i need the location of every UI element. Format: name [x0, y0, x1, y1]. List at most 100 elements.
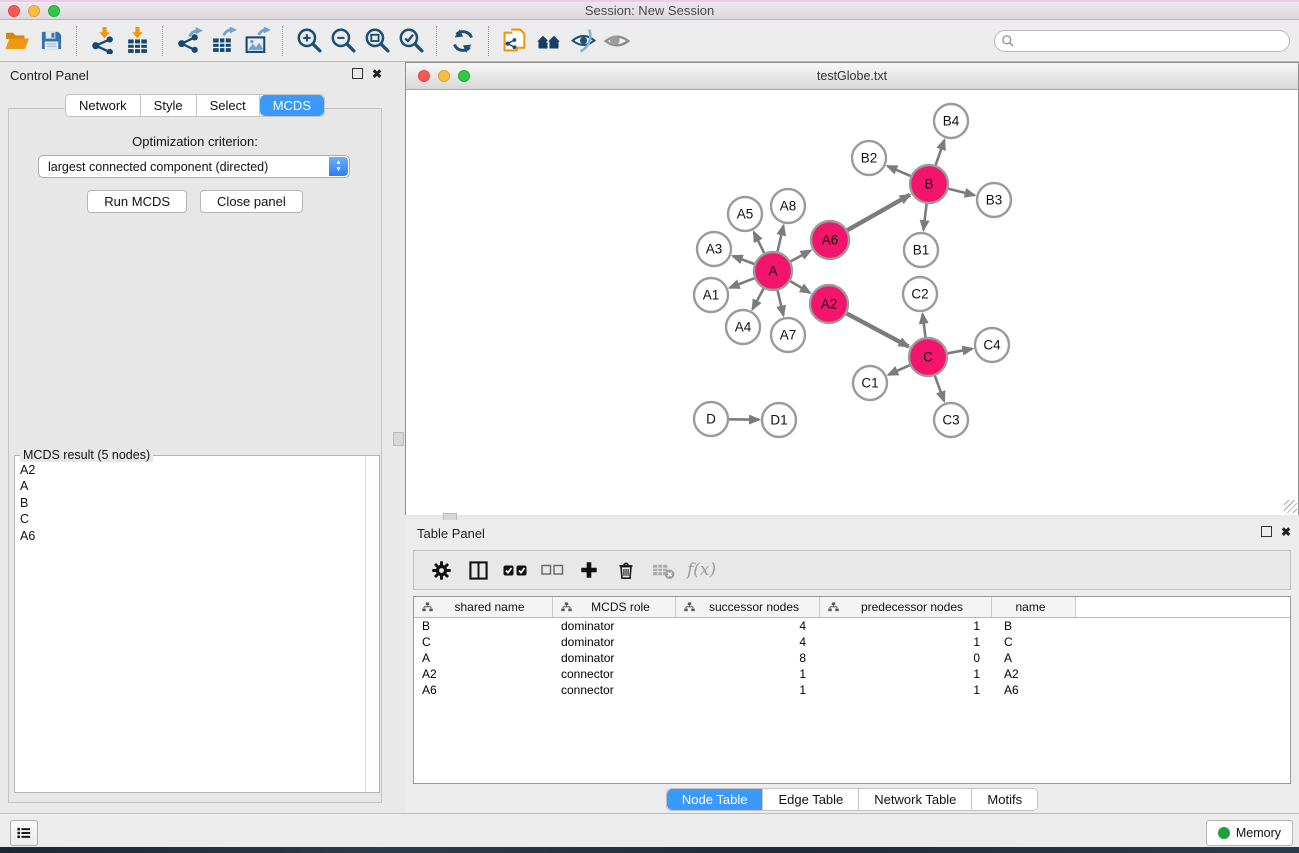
mcds-result-item[interactable]: C	[15, 511, 366, 527]
table-cell[interactable]: connector	[553, 683, 676, 697]
save-session-icon[interactable]	[34, 25, 68, 57]
float-panel-icon[interactable]	[352, 68, 363, 79]
graph-edge-C-C1[interactable]	[888, 365, 909, 375]
table-cell[interactable]: 1	[676, 683, 820, 697]
graph-node-B4[interactable]: B4	[934, 104, 968, 138]
mcds-result-item[interactable]: B	[15, 495, 366, 511]
vertical-split-handle[interactable]	[393, 432, 404, 446]
table-cell[interactable]: C	[414, 635, 553, 649]
show-graphics-details-icon[interactable]	[600, 25, 634, 57]
float-table-panel-icon[interactable]	[1261, 526, 1272, 537]
graph-node-B3[interactable]: B3	[977, 183, 1011, 217]
tab-motifs[interactable]: Motifs	[972, 789, 1037, 810]
create-network-from-selection-icon[interactable]	[498, 25, 532, 57]
graph-edge-C-C4[interactable]	[948, 349, 973, 354]
close-panel-button[interactable]: Close panel	[200, 190, 303, 213]
first-neighbors-icon[interactable]	[532, 25, 566, 57]
graph-edge-A-A6[interactable]	[791, 251, 811, 262]
function-builder-icon[interactable]: f(x)	[687, 560, 716, 580]
table-cell[interactable]: A2	[414, 667, 553, 681]
close-panel-icon[interactable]: ✖	[372, 69, 382, 79]
table-cell[interactable]: dominator	[553, 651, 676, 665]
table-cell[interactable]: 1	[820, 635, 992, 649]
table-cell[interactable]: B	[992, 619, 1076, 633]
graph-node-C4[interactable]: C4	[975, 328, 1009, 362]
graph-edge-A-A1[interactable]	[730, 278, 755, 288]
export-table-icon[interactable]	[206, 25, 240, 57]
graph-node-A2[interactable]: A2	[810, 285, 848, 323]
zoom-selected-icon[interactable]	[394, 25, 428, 57]
select-all-rows-icon[interactable]	[500, 555, 530, 585]
import-network-icon[interactable]	[86, 25, 120, 57]
mcds-result-item[interactable]: A6	[15, 528, 366, 544]
table-cell[interactable]: connector	[553, 667, 676, 681]
table-cell[interactable]: A6	[414, 683, 553, 697]
graph-edge-C-C2[interactable]	[923, 314, 926, 337]
resize-grip-icon[interactable]	[1284, 500, 1297, 513]
table-cell[interactable]: A6	[992, 683, 1076, 697]
table-row[interactable]: Bdominator41B	[414, 618, 1290, 634]
graph-node-B[interactable]: B	[910, 165, 948, 203]
tab-style[interactable]: Style	[141, 95, 197, 116]
table-cell[interactable]: 4	[676, 635, 820, 649]
tab-node-table[interactable]: Node Table	[667, 789, 764, 810]
graph-edge-B-B3[interactable]	[948, 189, 974, 195]
graph-node-A1[interactable]: A1	[694, 278, 728, 312]
column-visibility-icon[interactable]	[463, 555, 493, 585]
graph-node-A8[interactable]: A8	[771, 189, 805, 223]
graph-node-A4[interactable]: A4	[726, 310, 760, 344]
table-cell[interactable]: A	[992, 651, 1076, 665]
graph-node-A[interactable]: A	[754, 252, 792, 290]
table-row[interactable]: Cdominator41C	[414, 634, 1290, 650]
graph-node-A5[interactable]: A5	[728, 197, 762, 231]
table-cell[interactable]: 0	[820, 651, 992, 665]
table-cell[interactable]: 1	[820, 683, 992, 697]
table-cell[interactable]: 1	[820, 667, 992, 681]
graph-node-D1[interactable]: D1	[762, 403, 796, 437]
graph-edge-A-A4[interactable]	[752, 289, 763, 310]
delete-table-icon[interactable]	[648, 555, 678, 585]
deselect-all-rows-icon[interactable]	[537, 555, 567, 585]
table-row[interactable]: Adominator80A	[414, 650, 1290, 666]
graph-edge-B-B4[interactable]	[936, 140, 945, 165]
close-table-panel-icon[interactable]: ✖	[1281, 527, 1291, 537]
mcds-result-item[interactable]: A	[15, 478, 366, 494]
column-header-name[interactable]: name	[992, 597, 1076, 617]
open-session-icon[interactable]	[0, 25, 34, 57]
hide-selected-icon[interactable]	[566, 25, 600, 57]
network-window-titlebar[interactable]: testGlobe.txt	[406, 63, 1298, 90]
graph-node-B2[interactable]: B2	[852, 141, 886, 175]
tab-network[interactable]: Network	[66, 95, 141, 116]
table-settings-icon[interactable]	[426, 555, 456, 585]
graph-node-C1[interactable]: C1	[853, 366, 887, 400]
table-cell[interactable]: 4	[676, 619, 820, 633]
zoom-out-icon[interactable]	[326, 25, 360, 57]
export-network-icon[interactable]	[172, 25, 206, 57]
column-header-shared-name[interactable]: shared name	[414, 597, 553, 617]
column-header-successor-nodes[interactable]: successor nodes	[676, 597, 820, 617]
graph-node-C2[interactable]: C2	[903, 277, 937, 311]
apply-layout-icon[interactable]	[446, 25, 480, 57]
table-cell[interactable]: dominator	[553, 635, 676, 649]
table-row[interactable]: A6connector11A6	[414, 682, 1290, 698]
tab-mcds[interactable]: MCDS	[260, 95, 324, 116]
table-cell[interactable]: B	[414, 619, 553, 633]
tab-select[interactable]: Select	[197, 95, 260, 116]
graph-node-C3[interactable]: C3	[934, 403, 968, 437]
tab-edge-table[interactable]: Edge Table	[763, 789, 859, 810]
table-cell[interactable]: 8	[676, 651, 820, 665]
run-mcds-button[interactable]: Run MCDS	[87, 190, 187, 213]
delete-column-icon[interactable]	[611, 555, 641, 585]
table-row[interactable]: A2connector11A2	[414, 666, 1290, 682]
zoom-fit-icon[interactable]	[360, 25, 394, 57]
export-image-icon[interactable]	[240, 25, 274, 57]
network-canvas[interactable]: B4B2BB3A8A5A6A3B1AA1C2A2A4A7C4CC1C3DD1	[406, 90, 1298, 515]
table-cell[interactable]: A2	[992, 667, 1076, 681]
graph-node-A7[interactable]: A7	[771, 318, 805, 352]
table-cell[interactable]: dominator	[553, 619, 676, 633]
graph-edge-A-A2[interactable]	[790, 281, 810, 293]
graph-edge-A-A5[interactable]	[754, 232, 764, 253]
graph-node-C[interactable]: C	[909, 338, 947, 376]
memory-button[interactable]: Memory	[1206, 820, 1293, 846]
graph-edge-A-A3[interactable]	[733, 256, 755, 264]
